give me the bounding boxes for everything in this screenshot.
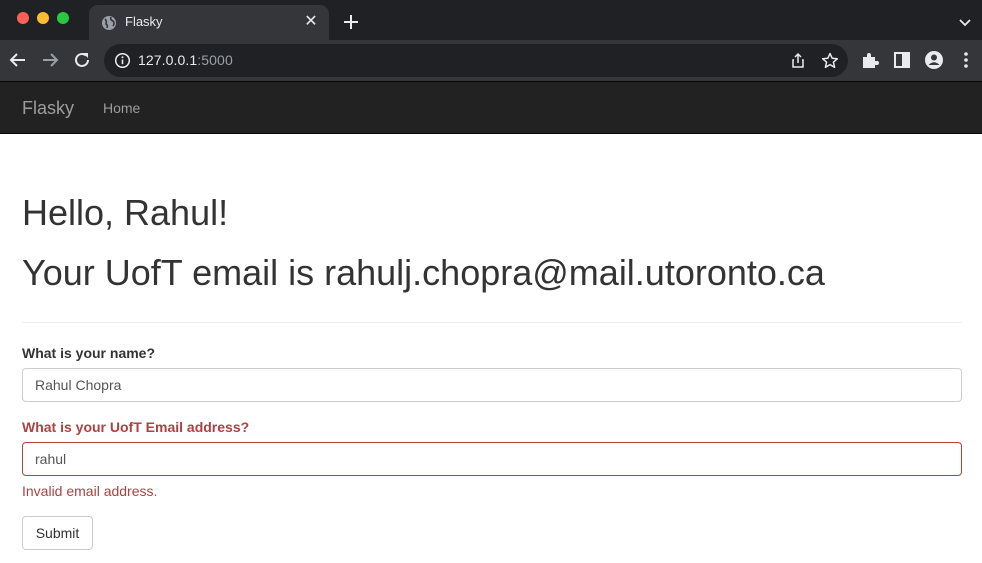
new-tab-plus-icon[interactable] xyxy=(339,10,363,34)
share-icon[interactable] xyxy=(788,51,808,71)
browser-toolbar: 127.0.0.1:5000 xyxy=(0,40,982,81)
email-input[interactable]: rahul xyxy=(22,442,962,476)
bookmark-star-icon[interactable] xyxy=(820,51,840,71)
section-divider xyxy=(22,322,962,323)
email-field-label: What is your UofT Email address? xyxy=(22,419,250,435)
globe-icon xyxy=(102,16,116,30)
menu-kebab-icon[interactable] xyxy=(955,49,977,71)
email-error-message: Invalid email address. xyxy=(22,483,158,499)
tab-close-icon[interactable]: ✕ xyxy=(301,12,321,32)
name-input[interactable]: Rahul Chopra xyxy=(22,368,962,402)
submit-button[interactable]: Submit xyxy=(22,516,93,550)
url-port: :5000 xyxy=(197,52,233,68)
maximize-window-button[interactable] xyxy=(57,12,69,24)
forward-arrow-icon[interactable] xyxy=(39,49,61,71)
back-arrow-icon[interactable] xyxy=(7,49,29,71)
site-info-icon[interactable] xyxy=(114,52,131,69)
tab-search-chevron-down-icon[interactable] xyxy=(955,12,975,32)
browser-tab[interactable]: Flasky ✕ xyxy=(89,5,329,40)
side-panel-icon[interactable] xyxy=(891,49,913,71)
site-navbar: Flasky Home xyxy=(0,81,982,134)
tab-title: Flasky xyxy=(125,14,163,29)
url-host: 127.0.0.1 xyxy=(138,52,198,68)
extensions-puzzle-icon[interactable] xyxy=(859,49,881,71)
minimize-window-button[interactable] xyxy=(37,12,49,24)
address-url: 127.0.0.1:5000 xyxy=(138,52,233,68)
browser-tabstrip: Flasky ✕ xyxy=(0,0,982,40)
name-field-label: What is your name? xyxy=(22,345,156,361)
address-bar[interactable]: 127.0.0.1:5000 xyxy=(104,44,848,77)
nav-link-home[interactable]: Home xyxy=(103,100,140,116)
email-heading: Your UofT email is rahulj.chopra@mail.ut… xyxy=(22,252,825,293)
close-window-button[interactable] xyxy=(17,12,29,24)
profile-avatar-icon[interactable] xyxy=(923,49,945,71)
greeting-heading: Hello, Rahul! xyxy=(22,192,229,233)
reload-icon[interactable] xyxy=(71,49,93,71)
navbar-brand[interactable]: Flasky xyxy=(22,98,74,119)
